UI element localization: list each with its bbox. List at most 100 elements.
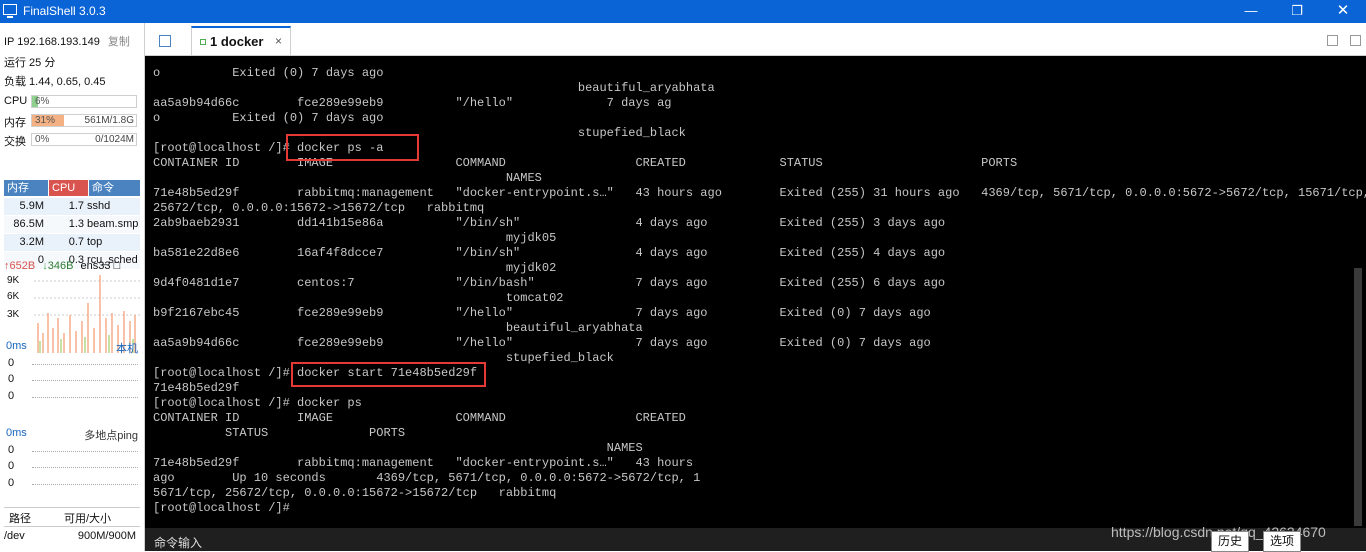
process-row[interactable]: 86.5M 1.3 beam.smp — [4, 216, 140, 233]
window-title: FinalShell 3.0.3 — [23, 4, 106, 18]
latency-target[interactable]: 本机 — [116, 340, 138, 356]
swap-meter: 交换 0% 0/1024M — [4, 133, 138, 148]
terminal-line: o Exited (0) 7 days ago — [153, 66, 384, 80]
process-command: top — [87, 236, 103, 248]
terminal-line: aa5a9b94d66c fce289e99eb9 "/hello" 7 day… — [153, 336, 931, 350]
cpu-percent: 6% — [35, 96, 50, 107]
history-button[interactable]: 历史 — [1211, 531, 1250, 552]
split-view-icon[interactable] — [1327, 35, 1338, 46]
terminal-line: myjdk05 — [153, 231, 557, 245]
terminal-line: beautiful_aryabhata — [153, 81, 715, 95]
command-input-label[interactable]: 命令输入 — [154, 534, 202, 551]
terminal-line: 9d4f0481d1e7 centos:7 "/bin/bash" 7 days… — [153, 276, 946, 290]
process-row[interactable]: 3.2M 0.7 top — [4, 234, 140, 251]
terminal-line: tomcat02 — [153, 291, 564, 305]
monitor-sidebar: IP 192.168.193.149 复制 运行 25 分 负载 1.44, 0… — [0, 23, 145, 551]
net-y-tick: 9K — [7, 275, 20, 286]
fs-col-size: 可用/大小 — [64, 513, 112, 525]
terminal-line: NAMES — [153, 441, 643, 455]
terminal-output[interactable]: [root@localhost /]# 5671/tcp, 25672/tcp, … — [145, 56, 1366, 528]
process-memory: 3.2M — [19, 236, 44, 248]
process-command: beam.smp — [87, 218, 139, 230]
ping-gridline — [32, 451, 138, 452]
uptime: 运行 25 分 — [4, 57, 56, 69]
filesystem-header: 路径 可用/大小 — [4, 507, 140, 527]
cpu-meter: CPU 6% — [4, 95, 138, 109]
minimize-button[interactable]: — — [1228, 0, 1274, 23]
terminal-line: CONTAINER ID IMAGE COMMAND CREATED STATU… — [153, 156, 1018, 170]
interface-dropdown-icon[interactable]: □ — [114, 260, 121, 272]
cpu-bar: 6% — [31, 95, 137, 108]
copy-ip-button[interactable]: 复制 — [108, 36, 130, 48]
memory-detail: 561M/1.8G — [84, 115, 134, 126]
swap-bar: 0% 0/1024M — [31, 133, 137, 146]
close-tab-icon[interactable]: × — [275, 34, 282, 48]
latency-row: 0 — [8, 373, 15, 385]
swap-detail: 0/1024M — [95, 134, 134, 145]
ping-value: 0ms — [6, 427, 27, 439]
highlight-docker-start — [291, 362, 486, 387]
terminal-scrollbar[interactable] — [1354, 268, 1362, 526]
terminal-line: [root@localhost /]# — [153, 501, 290, 515]
terminal-line: 71e48b5ed29f — [153, 381, 240, 395]
network-interface[interactable]: ens33 — [81, 260, 111, 272]
ping-row: 0 — [8, 477, 15, 489]
terminal-line: 25672/tcp, 0.0.0.0:15672->15672/tcp rabb… — [153, 201, 485, 215]
restore-button[interactable]: ❐ — [1274, 0, 1320, 23]
terminal-line: CONTAINER ID IMAGE COMMAND CREATED — [153, 411, 686, 425]
terminal-line: NAMES — [153, 171, 542, 185]
process-cpu: 1.7 — [68, 200, 84, 212]
memory-percent: 31% — [35, 115, 56, 126]
terminal-line: beautiful_aryabhata — [153, 321, 643, 335]
app-monitor-icon — [3, 4, 17, 18]
cpu-label: CPU — [4, 95, 28, 107]
net-y-tick: 3K — [7, 309, 20, 320]
command-input-bar[interactable]: 命令输入 https://blog.csdn.net/qq_42624670 历… — [145, 524, 1366, 552]
latency-gridline — [32, 380, 138, 381]
fullscreen-icon[interactable] — [1350, 35, 1361, 46]
close-window-button[interactable]: ✕ — [1320, 0, 1366, 23]
options-button[interactable]: 选项 — [1263, 531, 1302, 552]
latency-gridline — [32, 397, 138, 398]
title-bar: FinalShell 3.0.3 — ❐ ✕ — [0, 0, 1366, 23]
fs-path: /dev — [4, 530, 25, 542]
terminal-line: myjdk02 — [153, 261, 557, 275]
tab-docker[interactable]: 1 docker × — [191, 26, 291, 55]
process-row[interactable]: 5.9M 1.7 sshd — [4, 198, 140, 215]
swap-label: 交换 — [4, 136, 26, 148]
ping-target[interactable]: 多地点ping — [84, 427, 138, 443]
terminal-line: 71e48b5ed29f rabbitmq:management "docker… — [153, 456, 694, 470]
process-table-header: 内存 CPU 命令 — [4, 180, 140, 196]
network-header: ↑652B ↓346B ens33 □ — [4, 260, 140, 272]
process-cpu: 1.3 — [68, 218, 84, 230]
load-average: 负载 1.44, 0.65, 0.45 — [4, 76, 106, 88]
ping-gridline — [32, 484, 138, 485]
terminal-line: ago Up 10 seconds 4369/tcp, 5671/tcp, 0.… — [153, 471, 701, 485]
terminal-line: o Exited (0) 7 days ago — [153, 111, 384, 125]
terminal-line: 5671/tcp, 25672/tcp, 0.0.0.0:15672->1567… — [153, 486, 557, 500]
memory-meter: 内存 31% 561M/1.8G — [4, 114, 138, 129]
sort-by-cpu-button[interactable]: CPU — [49, 180, 88, 196]
latency-row: 0 — [8, 357, 15, 369]
terminal-line: aa5a9b94d66c fce289e99eb9 "/hello" 7 day… — [153, 96, 672, 110]
memory-bar: 31% 561M/1.8G — [31, 114, 137, 127]
memory-label: 内存 — [4, 117, 26, 129]
terminal-line: b9f2167ebc45 fce289e99eb9 "/hello" 7 day… — [153, 306, 931, 320]
fs-size: 900M/900M — [77, 530, 136, 542]
latency-value: 0ms — [6, 340, 27, 352]
ip-address: IP 192.168.193.149 — [4, 36, 100, 48]
connection-status-icon — [200, 39, 206, 45]
ping-row: 0 — [8, 460, 15, 472]
latency-gridline — [32, 364, 138, 365]
process-memory: 5.9M — [19, 200, 44, 212]
sort-by-command-button[interactable]: 命令 — [89, 180, 140, 196]
ping-row: 0 — [8, 444, 15, 456]
latency-row: 0 — [8, 390, 15, 402]
ping-gridline — [32, 467, 138, 468]
fs-col-path: 路径 — [9, 513, 31, 525]
process-command: sshd — [87, 200, 111, 212]
terminal-line: 2ab9baeb2931 dd141b15e86a "/bin/sh" 4 da… — [153, 216, 946, 230]
swap-percent: 0% — [35, 134, 50, 145]
session-manager-icon[interactable] — [159, 35, 171, 47]
sort-by-memory-button[interactable]: 内存 — [4, 180, 48, 196]
